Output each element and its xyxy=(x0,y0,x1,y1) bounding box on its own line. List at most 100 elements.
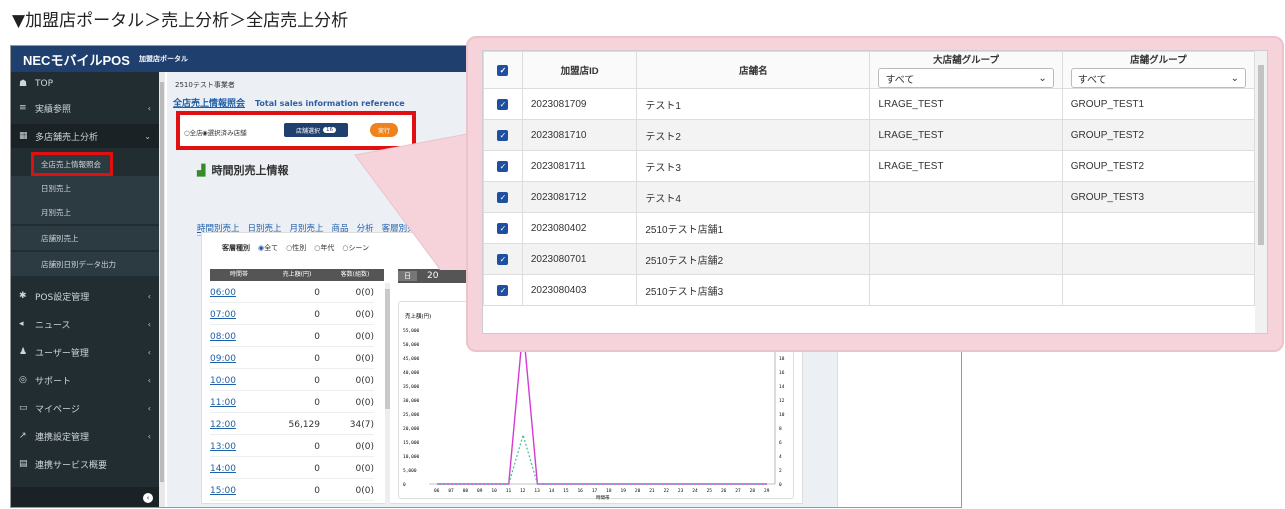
cell-group: GROUP_TEST2 xyxy=(1061,150,1256,182)
sidebar-item-4[interactable]: 日別売上 xyxy=(11,176,159,200)
x-tick-label: 20 xyxy=(635,488,641,494)
select-all-checkbox[interactable]: ✓ xyxy=(483,51,523,89)
group-select[interactable]: すべて ⌄ xyxy=(1070,68,1246,88)
row-checkbox[interactable]: ✓ xyxy=(483,274,523,306)
major-group-select[interactable]: すべて ⌄ xyxy=(878,68,1054,88)
store-select-button[interactable]: 店舗選択 16 xyxy=(284,123,348,137)
sidebar-item-6[interactable]: 店舗別売上 xyxy=(11,226,159,250)
table-row[interactable]: ✓ 2023080402 2510テスト店舗1 xyxy=(483,212,1256,244)
day-tab[interactable]: 日 xyxy=(398,271,417,281)
gear-icon: ✱ xyxy=(19,291,27,301)
selected-stores-radio[interactable]: ◉選択済み店舗 xyxy=(202,127,247,137)
y-tick-label: 10,000 xyxy=(403,454,420,460)
sidebar-item-5[interactable]: 月別売上 xyxy=(11,200,159,224)
sidebar-item-13[interactable]: ↗ 連携設定管理 ‹ xyxy=(11,424,159,448)
checkbox-checked-icon: ✓ xyxy=(497,284,509,296)
table-scrollbar[interactable] xyxy=(385,283,390,507)
x-tick-label: 29 xyxy=(764,488,770,494)
table-row[interactable]: ✓ 2023081712 テスト4 GROUP_TEST3 xyxy=(483,181,1256,213)
support-icon: ◎ xyxy=(19,375,27,385)
x-tick-label: 15 xyxy=(563,488,569,494)
table-row[interactable]: ✓ 2023081709 テスト1 LRAGE_TEST GROUP_TEST1 xyxy=(483,88,1256,120)
cell-sales: 0 xyxy=(314,463,320,474)
table-row: 09:00 0 0(0) xyxy=(210,349,374,369)
x-tick-label: 10 xyxy=(491,488,497,494)
x-axis-label: 時間帯 xyxy=(596,494,610,500)
customer-type-radio-1[interactable]: ○性別 xyxy=(286,244,306,252)
y-tick-label: 50,000 xyxy=(403,342,420,348)
cell-id: 2023081712 xyxy=(521,181,638,213)
brand-subtitle: 加盟店ポータル xyxy=(139,55,188,63)
cell-name: 2510テスト店舗3 xyxy=(636,274,871,306)
cell-sales: 0 xyxy=(314,309,320,320)
row-checkbox[interactable]: ✓ xyxy=(483,243,523,275)
customer-type-radio-0[interactable]: ◉全て xyxy=(258,244,278,252)
checkbox-checked-icon: ✓ xyxy=(497,191,509,203)
sidebar-item-7[interactable]: 店舗別日別データ出力 xyxy=(11,252,159,276)
sidebar-scrollbar[interactable] xyxy=(159,72,165,507)
cell-major: LRAGE_TEST xyxy=(869,119,1063,151)
cell-time[interactable]: 16:00 xyxy=(210,508,265,509)
cell-sales: 0 xyxy=(314,287,320,298)
external-link-icon: ↗ xyxy=(19,431,27,441)
day-tab-value: 20 xyxy=(427,271,439,281)
sidebar-item-9[interactable]: ◂ ニュース ‹ xyxy=(11,312,159,336)
cell-time[interactable]: 07:00 xyxy=(210,310,265,320)
sidebar-item-0[interactable]: ☗ TOP xyxy=(11,72,159,96)
sidebar-item-8[interactable]: ✱ POS設定管理 ‹ xyxy=(11,284,159,308)
sidebar-item-2[interactable]: ▦ 多店舗売上分析 ⌄ xyxy=(11,124,159,148)
row-checkbox[interactable]: ✓ xyxy=(483,181,523,213)
sidebar-item-11[interactable]: ◎ サポート ‹ xyxy=(11,368,159,392)
cell-time[interactable]: 08:00 xyxy=(210,332,265,342)
cell-sales: 0 xyxy=(314,331,320,342)
sidebar-item-10[interactable]: ♟ ユーザー管理 ‹ xyxy=(11,340,159,364)
brand-logo[interactable]: NECモバイルPOS xyxy=(23,50,130,69)
cell-time[interactable]: 10:00 xyxy=(210,376,265,386)
checkbox-checked-icon: ✓ xyxy=(497,222,509,234)
sidebar-item-12[interactable]: ▭ マイページ ‹ xyxy=(11,396,159,420)
table-row: 13:00 0 0(0) xyxy=(210,437,374,457)
cell-time[interactable]: 14:00 xyxy=(210,464,265,474)
collapse-icon[interactable]: ‹ xyxy=(143,493,153,503)
cell-sales: 0 xyxy=(265,508,320,509)
cell-time[interactable]: 06:00 xyxy=(210,288,265,298)
cell-time[interactable]: 15:00 xyxy=(210,486,265,496)
sidebar-item-1[interactable]: ≡ 実績参照 ‹ xyxy=(11,96,159,120)
checkbox-checked-icon: ✓ xyxy=(497,129,509,141)
store-grid-container: ✓ 加盟店ID 店舗名 大店舗グループ すべて ⌄ 店舗グループ すべて ⌄ ✓ 20… xyxy=(482,50,1268,334)
x-tick-label: 26 xyxy=(721,488,727,494)
header-store-id[interactable]: 加盟店ID xyxy=(521,51,638,89)
cell-time[interactable]: 12:00 xyxy=(210,420,265,430)
sidebar: ☗ TOP ≡ 実績参照 ‹ ▦ 多店舗売上分析 ⌄ 全店売上情報照会 日別売上 月別売上 店舗別売上… xyxy=(11,72,159,507)
sidebar-item-label: 店舗別日別データ出力 xyxy=(41,259,116,269)
cell-sales: 0 xyxy=(314,441,320,452)
customer-type-radio-2[interactable]: ○年代 xyxy=(314,244,334,252)
cell-major: LRAGE_TEST xyxy=(869,150,1063,182)
cell-group xyxy=(1061,274,1256,306)
row-checkbox[interactable]: ✓ xyxy=(483,119,523,151)
table-row[interactable]: ✓ 2023080701 2510テスト店舗2 xyxy=(483,243,1256,275)
section-title: ▟ 時間別売上情報 xyxy=(197,164,289,177)
row-checkbox[interactable]: ✓ xyxy=(483,150,523,182)
sidebar-item-14[interactable]: ▤ 連携サービス概要 xyxy=(11,452,159,476)
header-store-name[interactable]: 店舗名 xyxy=(636,51,871,89)
table-row[interactable]: ✓ 2023081710 テスト2 LRAGE_TEST GROUP_TEST2 xyxy=(483,119,1256,151)
cell-time[interactable]: 13:00 xyxy=(210,442,265,452)
cell-time[interactable]: 11:00 xyxy=(210,398,265,408)
cell-group: GROUP_TEST1 xyxy=(1061,88,1256,120)
x-tick-label: 27 xyxy=(735,488,741,494)
cell-sales: 56,129 xyxy=(288,419,321,430)
cell-sales: 0 xyxy=(314,353,320,364)
grid-scrollbar[interactable] xyxy=(1255,51,1267,333)
checkbox-checked-icon: ✓ xyxy=(497,160,509,172)
y2-tick-label: 0 xyxy=(779,482,782,488)
table-row[interactable]: ✓ 2023080403 2510テスト店舗3 xyxy=(483,274,1256,306)
row-checkbox[interactable]: ✓ xyxy=(483,212,523,244)
cell-time[interactable]: 09:00 xyxy=(210,354,265,364)
y-tick-label: 5,000 xyxy=(403,468,417,474)
table-row[interactable]: ✓ 2023081711 テスト3 LRAGE_TEST GROUP_TEST2 xyxy=(483,150,1256,182)
sidebar-item-3[interactable]: 全店売上情報照会 xyxy=(31,152,113,176)
row-checkbox[interactable]: ✓ xyxy=(483,88,523,120)
chevron-icon: ‹ xyxy=(147,319,151,329)
all-stores-radio[interactable]: ○全店 xyxy=(184,127,203,137)
